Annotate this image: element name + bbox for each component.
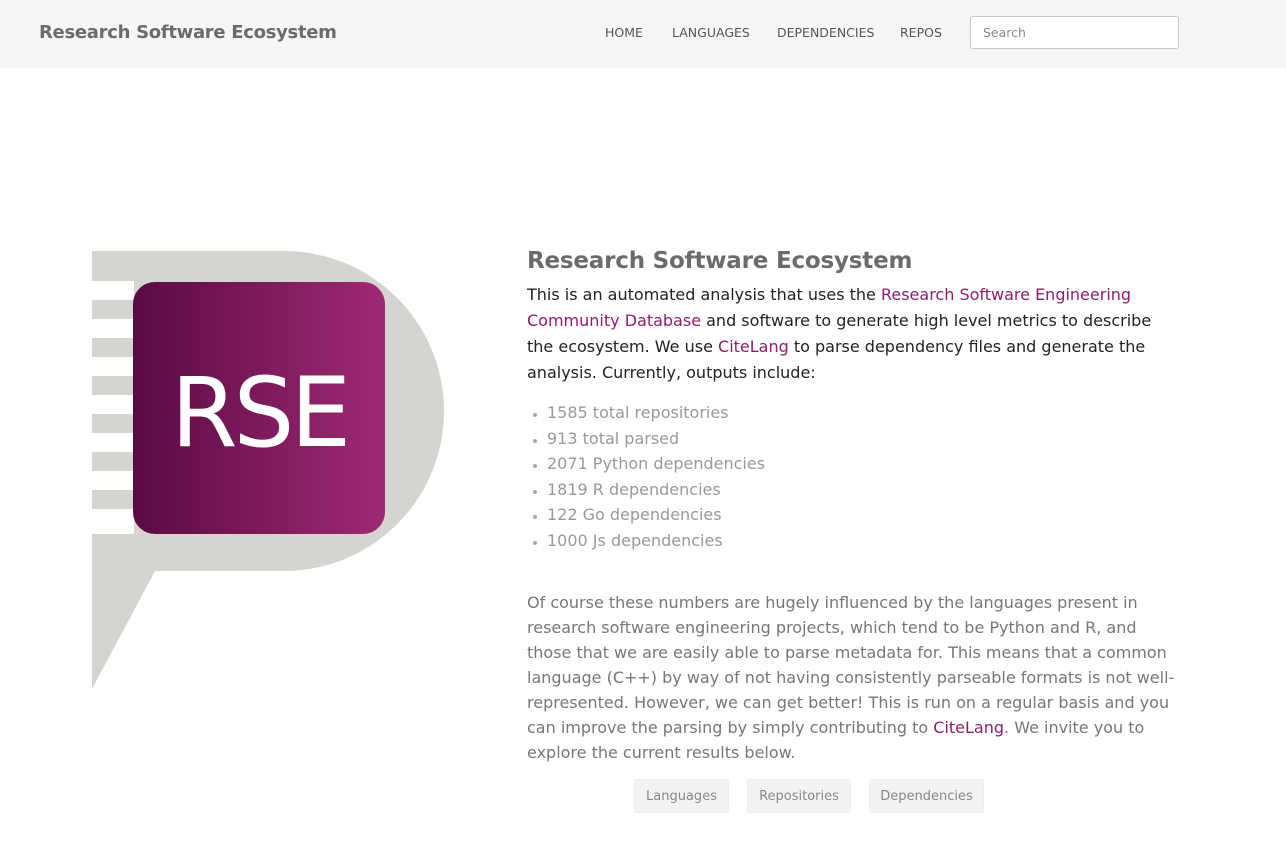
stat-item-python: 2071 Python dependencies [547, 451, 1187, 477]
citelang-link[interactable]: CiteLang [718, 337, 789, 356]
stat-item-repositories: 1585 total repositories [547, 400, 1187, 426]
stat-item-js: 1000 Js dependencies [547, 528, 1187, 554]
explore-buttons: Languages Repositories Dependencies [0, 779, 1286, 813]
dependencies-button[interactable]: Dependencies [869, 779, 984, 813]
explanation-paragraph: Of course these numbers are hugely influ… [527, 590, 1183, 765]
intro-paragraph: This is an automated analysis that uses … [527, 282, 1177, 386]
nav-languages-link[interactable]: LANGUAGES [672, 25, 750, 40]
stat-item-r: 1819 R dependencies [547, 477, 1187, 503]
nav-repos-link[interactable]: REPOS [900, 25, 942, 40]
nav-home-link[interactable]: HOME [605, 25, 643, 40]
explanation-text-1: Of course these numbers are hugely influ… [527, 592, 1175, 737]
page-title: Research Software Ecosystem [527, 248, 913, 274]
stat-item-go: 122 Go dependencies [547, 502, 1187, 528]
nav-dependencies-link[interactable]: DEPENDENCIES [777, 25, 874, 40]
rse-logo: RSE [92, 251, 444, 689]
stats-list: 1585 total repositories 913 total parsed… [527, 400, 1187, 554]
main-content: Research Software Ecosystem This is an a… [527, 244, 1187, 765]
languages-button[interactable]: Languages [634, 779, 729, 813]
repositories-button[interactable]: Repositories [747, 779, 851, 813]
citelang-contribute-link[interactable]: CiteLang [933, 718, 1004, 737]
intro-text-1: This is an automated analysis that uses … [527, 285, 881, 304]
search-input[interactable] [970, 16, 1179, 49]
stat-item-parsed: 913 total parsed [547, 426, 1187, 452]
logo-text: RSE [171, 357, 347, 469]
